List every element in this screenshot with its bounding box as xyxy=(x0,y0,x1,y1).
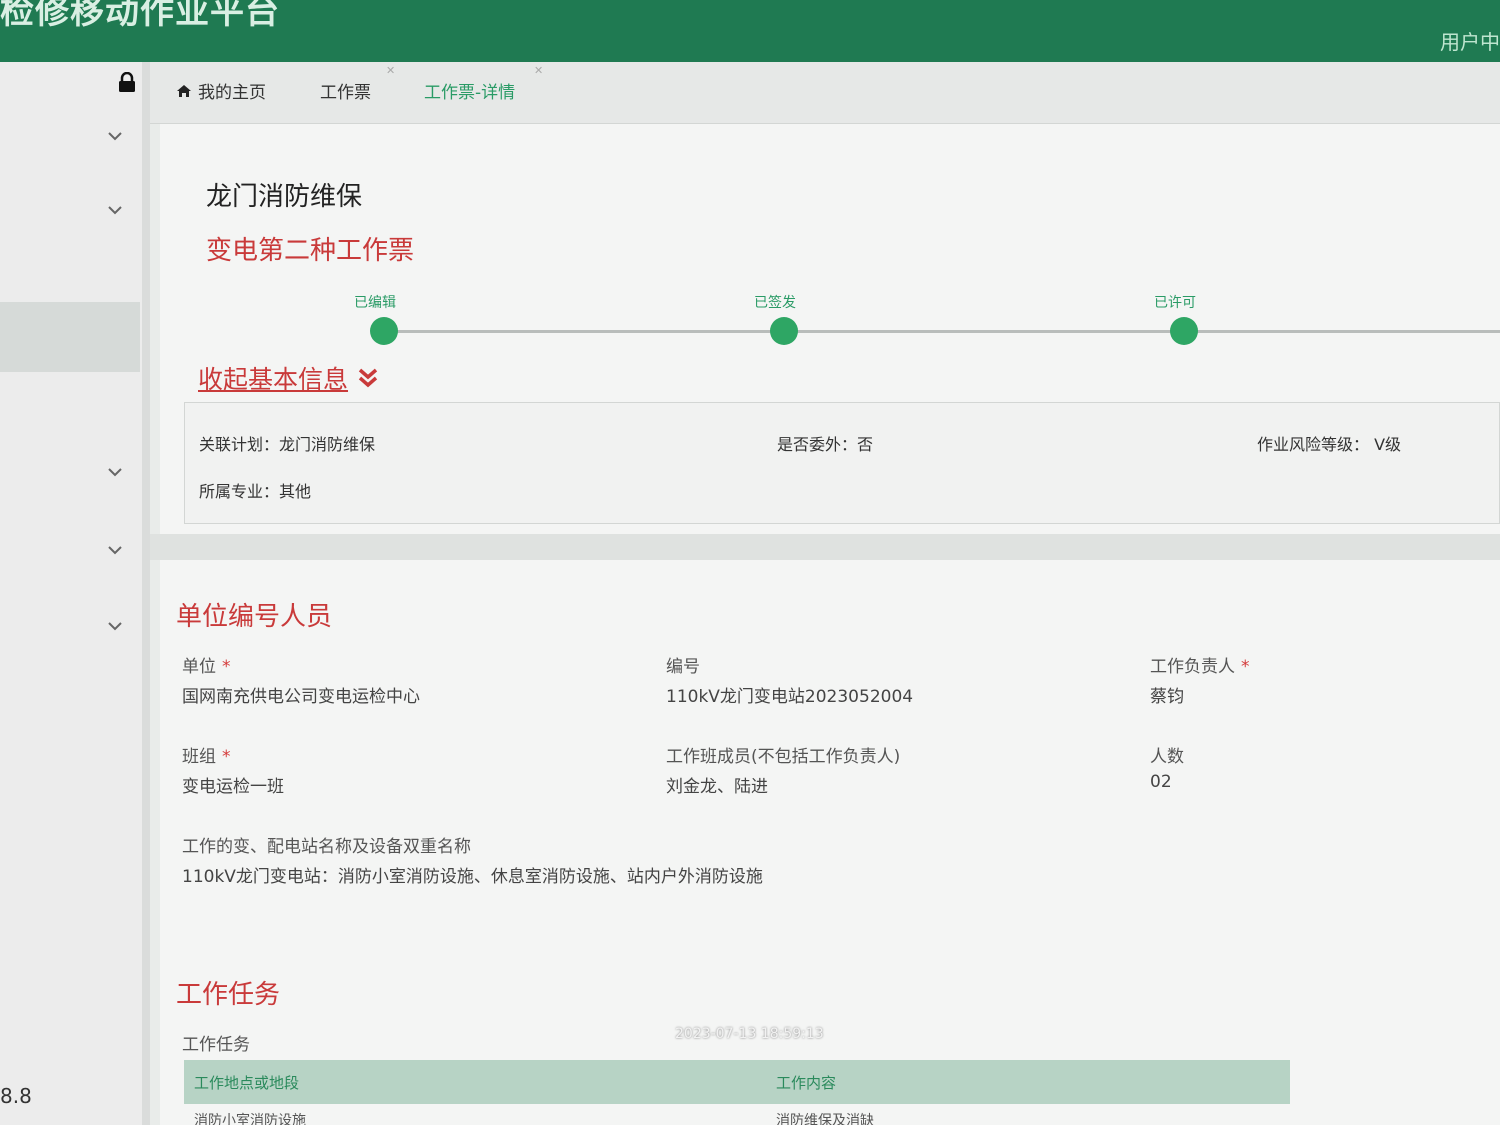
number-label: 编号 xyxy=(666,657,700,677)
chevron-down-icon[interactable] xyxy=(106,544,124,556)
team-label: 班组 * xyxy=(182,747,231,767)
step-label-edited: 已编辑 xyxy=(354,295,396,311)
members-value: 刘金龙、陆进 xyxy=(666,777,768,797)
count-value: 02 xyxy=(1150,772,1172,792)
task-label: 工作任务 xyxy=(182,1035,250,1055)
photo-timestamp: 2023-07-13 18:59:13 xyxy=(675,1026,824,1042)
tab-home[interactable]: 我的主页 xyxy=(176,78,266,103)
count-label: 人数 xyxy=(1150,747,1184,767)
task-section-title: 工作任务 xyxy=(176,980,281,1010)
chevron-down-icon[interactable] xyxy=(106,466,124,478)
step-dot-edited xyxy=(370,317,398,345)
table-cell-location: 消防小室消防设施 xyxy=(194,1113,306,1125)
tab-bar: 我的主页 工作票 ✕ 工作票-详情 ✕ xyxy=(150,62,1500,124)
step-label-permitted: 已许可 xyxy=(1154,295,1196,311)
progress-line xyxy=(384,330,1500,333)
ticket-detail-card: 单位编号人员 单位 * 国网南充供电公司变电运检中心 编号 110kV龙门变电站2… xyxy=(160,560,1500,1125)
leader-value: 蔡钧 xyxy=(1150,687,1184,707)
collapse-basic-info-link[interactable]: 收起基本信息 xyxy=(198,360,380,396)
team-value: 变电运检一班 xyxy=(182,777,284,797)
lock-icon[interactable] xyxy=(118,72,136,92)
unit-value: 国网南充供电公司变电运检中心 xyxy=(182,687,420,707)
sidebar-active-band xyxy=(0,302,140,372)
home-icon xyxy=(177,84,191,97)
tab-label: 工作票 xyxy=(320,83,371,103)
tab-work-ticket-detail[interactable]: 工作票-详情 xyxy=(424,78,515,103)
ticket-header-card: 龙门消防维保 变电第二种工作票 已编辑 已签发 已许可 收起基本信息 关联计划：… xyxy=(160,124,1500,534)
tab-label: 我的主页 xyxy=(198,83,266,103)
number-value: 110kV龙门变电站2023052004 xyxy=(666,687,914,707)
close-icon[interactable]: ✕ xyxy=(534,64,543,77)
sidebar-bottom-text: 8.8 xyxy=(0,1084,32,1108)
specialty: 所属专业：其他 xyxy=(199,482,312,501)
ticket-type-title: 变电第二种工作票 xyxy=(206,236,415,266)
double-chevron-down-icon xyxy=(358,368,378,388)
unit-label: 单位 * xyxy=(182,657,231,677)
task-table-header: 工作地点或地段 工作内容 xyxy=(184,1060,1290,1104)
step-dot-signed xyxy=(770,317,798,345)
section-gap xyxy=(150,534,1500,560)
user-center-link[interactable]: 用户中 xyxy=(1440,26,1500,55)
chevron-down-icon[interactable] xyxy=(106,130,124,142)
project-title: 龙门消防维保 xyxy=(206,182,363,212)
step-label-signed: 已签发 xyxy=(754,295,796,311)
outsourced-flag: 是否委外：否 xyxy=(777,435,874,454)
station-value: 110kV龙门变电站：消防小室消防设施、休息室消防设施、站内户外消防设施 xyxy=(182,867,763,887)
table-cell-content: 消防维保及消缺 xyxy=(776,1113,874,1125)
related-plan: 关联计划：龙门消防维保 xyxy=(199,435,376,454)
station-label: 工作的变、配电站名称及设备双重名称 xyxy=(182,837,471,857)
tab-label: 工作票-详情 xyxy=(424,83,516,103)
step-dot-permitted xyxy=(1170,317,1198,345)
column-header-content: 工作内容 xyxy=(776,1074,837,1092)
app-title: 检修移动作业平台 xyxy=(0,0,280,32)
unit-section-title: 单位编号人员 xyxy=(176,602,333,632)
chevron-down-icon[interactable] xyxy=(106,620,124,632)
column-header-location: 工作地点或地段 xyxy=(194,1074,300,1092)
basic-info-box: 关联计划：龙门消防维保 是否委外：否 作业风险等级： V级 所属专业：其他 xyxy=(184,402,1500,524)
close-icon[interactable]: ✕ xyxy=(386,64,395,77)
top-bar: 检修移动作业平台 用户中 xyxy=(0,0,1500,62)
sidebar: 8.8 xyxy=(0,62,150,1125)
collapse-label: 收起基本信息 xyxy=(198,365,349,394)
leader-label: 工作负责人 * xyxy=(1150,657,1250,677)
members-label: 工作班成员(不包括工作负责人) xyxy=(666,747,901,767)
tab-work-ticket[interactable]: 工作票 xyxy=(320,78,371,103)
risk-level: 作业风险等级： V级 xyxy=(1257,435,1402,454)
chevron-down-icon[interactable] xyxy=(106,204,124,216)
